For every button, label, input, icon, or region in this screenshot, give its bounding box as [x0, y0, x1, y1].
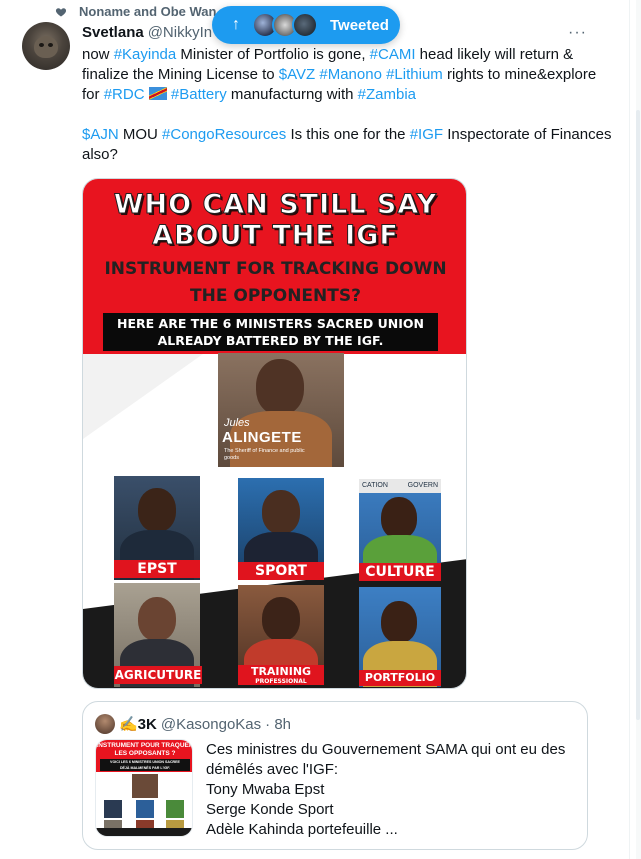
main-person-role: The Sheriff of Finance and public goods [224, 448, 305, 461]
pill-avatars [252, 12, 318, 38]
hashtag-link[interactable]: #Battery [171, 86, 227, 103]
culture-banner-left: CATION [362, 482, 388, 489]
avatar-face [34, 36, 58, 58]
hashtag-link[interactable]: #Zambia [358, 86, 416, 103]
hashtag-link[interactable]: #CAMI [370, 46, 416, 63]
quoted-text-line: Adèle Kahinda portefeuille ... [206, 821, 398, 838]
author-name[interactable]: Svetlana [82, 24, 144, 41]
black-strip-line: ALREADY BATTERED BY THE IGF. [157, 333, 384, 348]
quoted-tweet[interactable]: ✍️3K @KasongoKas · 8h INSTRUMENT POUR TR… [82, 701, 588, 850]
quoted-text-line: démêlés avec l'IGF: [206, 761, 339, 778]
quoted-text-line: Ces ministres du Gouvernement SAMA qui o… [206, 741, 566, 758]
thumb-title-line: LES OPPOSANTS ? [114, 750, 176, 757]
thumb-footer [96, 828, 192, 836]
person-head [138, 488, 176, 532]
thumb-title-line: INSTRUMENT POUR TRAQUER [96, 742, 193, 749]
quoted-tweet-text: Ces ministres du Gouvernement SAMA qui o… [206, 740, 576, 840]
main-person-last: ALINGETE [222, 429, 302, 446]
image-subtitle: INSTRUMENT FOR TRACKING DOWN THE OPPONEN… [83, 256, 466, 310]
thumb-photo [166, 800, 184, 818]
quoted-author-name[interactable]: ✍️3K [119, 715, 157, 733]
pill-label: Tweeted [330, 16, 389, 34]
social-context: Noname and Obe Wan [55, 4, 216, 19]
quoted-author-handle[interactable]: @KasongoKas [161, 716, 261, 733]
image-title-line: WHO CAN STILL SAY [113, 189, 438, 221]
main-person-first: Jules [224, 417, 250, 429]
culture-banner: CATION GOVERN [359, 479, 441, 493]
image-title: WHO CAN STILL SAY ABOUT THE IGF [83, 189, 466, 252]
quoted-media-thumbnail[interactable]: INSTRUMENT POUR TRAQUER LES OPPOSANTS ? … [95, 739, 193, 837]
black-strip-line: HERE ARE THE 6 MINISTERS SACRED UNION [117, 316, 424, 331]
person-head [262, 490, 300, 534]
new-tweets-pill[interactable]: ↑ Tweeted [212, 6, 400, 44]
person-head [138, 597, 176, 641]
author-handle[interactable]: @NikkyIn [148, 24, 212, 41]
person-head [381, 497, 417, 539]
tweet-paragraph: now #Kayinda Minister of Portfolio is go… [82, 46, 597, 103]
tweet-media-image[interactable]: WHO CAN STILL SAY ABOUT THE IGF INSTRUME… [82, 178, 467, 689]
person-head [256, 359, 304, 415]
quoted-avatar[interactable] [95, 714, 115, 734]
avatar-eye [39, 43, 44, 47]
tweet-text: now #Kayinda Minister of Portfolio is go… [82, 45, 612, 165]
thumb-title: INSTRUMENT POUR TRAQUER LES OPPOSANTS ? [96, 742, 193, 758]
drc-flag-icon [148, 87, 167, 100]
image-subtitle-line: THE OPPONENTS? [190, 286, 361, 306]
caption-culture: CULTURE [359, 563, 441, 581]
main-person-photo: Jules ALINGETE The Sheriff of Finance an… [218, 353, 344, 467]
quoted-text-line: Serge Konde Sport [206, 801, 334, 818]
quoted-time[interactable]: · 8h [265, 716, 291, 733]
pill-avatar [292, 12, 318, 38]
caption-portfolio: PORTFOLIO [359, 670, 441, 686]
image-subtitle-line: INSTRUMENT FOR TRACKING DOWN [104, 259, 447, 279]
more-options-icon[interactable]: ··· [568, 24, 587, 42]
hashtag-link[interactable]: #Manono [319, 66, 382, 83]
hashtag-link[interactable]: #IGF [410, 126, 443, 143]
scrollbar-thumb[interactable] [636, 110, 640, 720]
quoted-tweet-header: ✍️3K @KasongoKas · 8h [95, 714, 291, 734]
arrow-up-icon: ↑ [232, 16, 240, 33]
thumb-photo [132, 774, 158, 798]
black-strip-text: HERE ARE THE 6 MINISTERS SACRED UNION AL… [103, 315, 438, 349]
heart-icon [55, 7, 67, 16]
caption-sport: SPORT [238, 562, 324, 580]
image-title-line: ABOUT THE IGF [152, 220, 399, 252]
avatar[interactable] [22, 22, 70, 70]
culture-banner-right: GOVERN [407, 482, 438, 489]
caption-epst: EPST [114, 560, 200, 578]
person-head [262, 597, 300, 641]
hashtag-link[interactable]: #CongoResources [162, 126, 286, 143]
hashtag-link[interactable]: #Lithium [386, 66, 443, 83]
caption-agriculture: AGRICUTURE [114, 666, 202, 684]
social-context-text[interactable]: Noname and Obe Wan [79, 4, 216, 19]
hashtag-link[interactable]: #RDC [104, 86, 145, 103]
tweet-paragraph: $AJN MOU #CongoResources Is this one for… [82, 126, 612, 163]
thumb-photo [136, 800, 154, 818]
thumb-strip: VOICI LES 6 MINISTRES UNION SACREE DÉJÀ … [100, 759, 190, 771]
thumb-photo [104, 800, 122, 818]
tweet-header: Svetlana @NikkyIn [82, 24, 212, 41]
hashtag-link[interactable]: $AJN [82, 126, 119, 143]
hashtag-link[interactable]: $AVZ [279, 66, 315, 83]
caption-training-extra: PROFESSIONAL [255, 678, 307, 685]
person-head [381, 601, 417, 643]
thumb-strip-line: DÉJÀ MALMENÉS PAR L'IGF. [119, 766, 171, 770]
caption-training-main: TRAINING [250, 665, 312, 678]
caption-training: TRAINING PROFESSIONAL [238, 665, 324, 685]
hashtag-link[interactable]: #Kayinda [114, 46, 177, 63]
quoted-text-line: Tony Mwaba Epst [206, 781, 325, 798]
avatar-eye [48, 43, 53, 47]
